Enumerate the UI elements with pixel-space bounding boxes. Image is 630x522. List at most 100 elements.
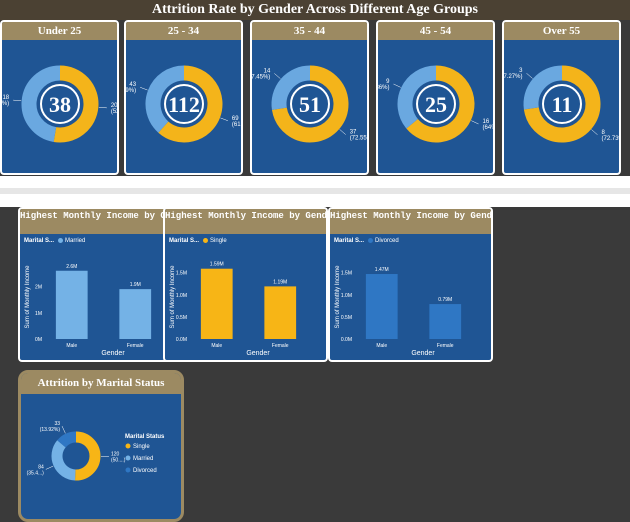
separator-band [0, 176, 630, 207]
slice-percent-label: (72.73%) [602, 136, 621, 142]
x-axis-label: Gender [411, 350, 435, 357]
legend-title: Marital S... [24, 238, 54, 244]
y-tick-label: 0.5M [341, 315, 352, 321]
marital-donut-card[interactable]: Attrition by Marital Status 120(50....)8… [18, 370, 184, 522]
legend-item: Single [210, 238, 227, 244]
bar-value-label: 0.79M [438, 297, 452, 303]
bar[interactable] [119, 289, 151, 339]
donut-slice[interactable] [61, 437, 76, 444]
legend: Marital S... Divorced [334, 238, 399, 244]
y-axis-label: Sum of Monthly Income [335, 265, 341, 329]
donut-card-25-34[interactable]: 25 - 34 69(61.61%)43(38.39%)112 [124, 20, 243, 175]
donut-card-45-54[interactable]: 45 - 54 16(64%)9(36%)25 [376, 20, 495, 175]
legend-item: Married [133, 456, 153, 462]
card-title: Attrition by Marital Status [21, 373, 181, 394]
bar[interactable] [201, 269, 233, 339]
slice-percent-label: (72.55%) [350, 136, 369, 142]
legend-title: Marital S... [334, 238, 364, 244]
legend-dot [126, 444, 131, 449]
donut-chart: 16(64%)9(36%)25 [378, 40, 495, 173]
y-tick-label: 0M [35, 337, 42, 343]
donut-total-value: 38 [49, 92, 71, 117]
legend-title: Marital Status [125, 434, 165, 440]
slice-percent-label: (50....) [111, 458, 126, 464]
slice-percent-label: (61.61%) [232, 122, 243, 128]
bar[interactable] [56, 271, 88, 339]
donut-chart: 37(72.55%)14(27.45%)51 [252, 40, 369, 173]
bar-value-label: 1.59M [210, 262, 224, 268]
legend-item: Divorced [375, 238, 399, 244]
donut-total-value: 25 [425, 92, 447, 117]
donut-total-value: 11 [552, 92, 573, 117]
y-tick-label: 1.0M [176, 293, 187, 299]
card-title: 45 - 54 [378, 22, 493, 40]
bar-value-label: 1.19M [273, 279, 287, 285]
slice-percent-label: (13.92%) [40, 427, 61, 433]
y-tick-label: 1.5M [176, 271, 187, 277]
donut-slice[interactable] [57, 444, 75, 475]
slice-percent-label: (47.37%) [2, 101, 9, 107]
card-title: Over 55 [504, 22, 619, 40]
label-leader [62, 426, 65, 433]
bar[interactable] [429, 304, 461, 339]
slice-percent-label: (36%) [378, 85, 389, 91]
x-axis-label: Gender [101, 350, 125, 357]
bar[interactable] [264, 286, 296, 339]
card-title: Highest Monthly Income by Gender and Mar… [330, 209, 491, 234]
donut-chart: 69(61.61%)43(38.39%)112 [126, 40, 243, 173]
separator-stripe [0, 188, 630, 194]
card-title: Highest Monthly Income by Gender and Mar… [165, 209, 326, 234]
legend-item: Divorced [133, 468, 157, 474]
card-title: 35 - 44 [252, 22, 367, 40]
legend-dot [58, 238, 63, 243]
bar-chart: 0M1M2M2.6MMale1.9MFemaleGenderSum of Mon… [20, 247, 183, 362]
label-leader [274, 73, 280, 78]
bar-value-label: 2.6M [66, 264, 77, 270]
bar-chart: 0.0M 0.5M 1.0M 1.5M 1.59M Male 1.19M FemaleGend… [165, 247, 328, 362]
x-tick-label: Male [66, 343, 77, 349]
legend-dot [126, 456, 131, 461]
donut-chart: 20(52.63%)18(47.37%)38 [2, 40, 119, 173]
y-tick-label: 2M [35, 285, 42, 291]
legend-dot [203, 238, 208, 243]
label-leader [393, 84, 400, 87]
x-tick-label: Male [211, 343, 222, 349]
x-tick-label: Female [437, 343, 454, 349]
y-axis-label: Sum of Monthly Income [25, 265, 31, 329]
y-tick-label: 1M [35, 311, 42, 317]
slice-percent-label: (52.63%) [111, 109, 119, 115]
slice-percent-label: (27.27%) [504, 74, 522, 80]
y-axis-label: Sum of Monthly Income [170, 265, 176, 329]
page-title: Attrition Rate by Gender Across Differen… [0, 0, 630, 20]
legend-dot [368, 238, 373, 243]
x-tick-label: Male [376, 343, 387, 349]
bar-card-single[interactable]: Highest Monthly Income by Gender and Mar… [163, 207, 328, 362]
x-tick-label: Female [272, 343, 289, 349]
y-tick-label: 0.5M [176, 315, 187, 321]
y-tick-label: 1.5M [341, 271, 352, 277]
donut-slice[interactable] [75, 437, 95, 475]
label-leader [220, 118, 227, 121]
bar-value-label: 1.47M [375, 267, 389, 273]
donut-card-under-25[interactable]: Under 25 20(52.63%)18(47.37%)38 [0, 20, 119, 175]
label-leader [140, 87, 147, 90]
bar-card-married[interactable]: Highest Monthly Income by Gender and Mar… [18, 207, 183, 362]
bar-chart: 0.0M0.5M1.0M1.5M1.47MMale0.79MFemaleGend… [330, 247, 493, 362]
label-leader [526, 73, 532, 78]
slice-percent-label: (35.4...) [27, 470, 45, 476]
label-leader [13, 100, 21, 101]
donut-chart: 8(72.73%)3(27.27%)11 [504, 40, 621, 173]
slice-percent-label: (27.45%) [252, 74, 270, 80]
y-tick-label: 0.0M [176, 337, 187, 343]
x-axis-label: Gender [246, 350, 270, 357]
label-leader [591, 130, 597, 135]
label-leader [46, 466, 53, 469]
bar-card-divorced[interactable]: Highest Monthly Income by Gender and Mar… [328, 207, 493, 362]
donut-card-35-44[interactable]: 35 - 44 37(72.55%)14(27.45%)51 [250, 20, 369, 175]
donut-chart: 120(50....)84(35.4...)33(13.92%)Marital … [21, 394, 181, 519]
slice-percent-label: (38.39%) [126, 88, 136, 94]
legend-item: Married [65, 238, 85, 244]
bar-value-label: 1.9M [130, 282, 141, 288]
bar[interactable] [366, 274, 398, 339]
donut-card-over-55[interactable]: Over 55 8(72.73%)3(27.27%)11 [502, 20, 621, 175]
